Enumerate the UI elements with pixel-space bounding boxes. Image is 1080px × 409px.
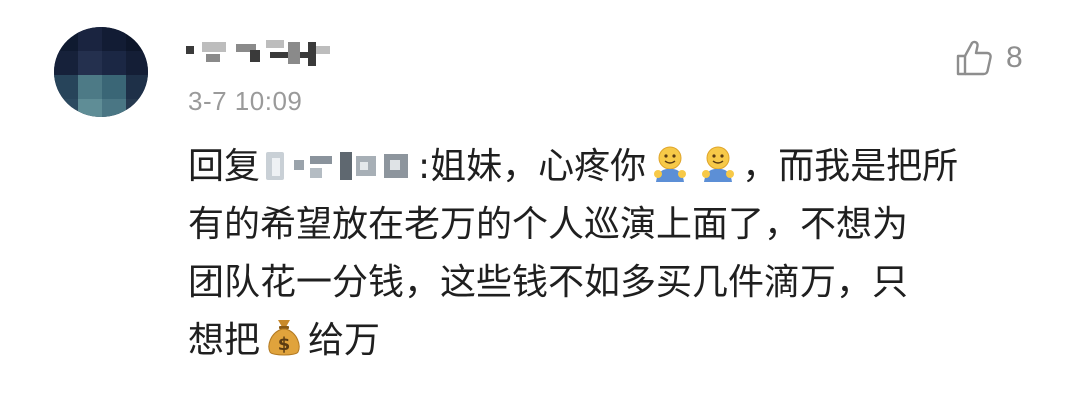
money-bag-emoji-icon: $	[264, 316, 304, 376]
like-count: 8	[1006, 41, 1023, 74]
comment-line-4-text-b: 给万	[308, 320, 381, 361]
comment-item: 3-7 10:09 8 回复 :姐妹，心疼你 ，而我是把所 有的希望放在老万的个…	[0, 0, 1080, 409]
avatar[interactable]	[54, 27, 148, 117]
hugging-face-emoji-icon	[650, 144, 690, 202]
comment-line-2: 有的希望放在老万的个人巡演上面了，不想为	[188, 204, 909, 245]
reply-prefix: 回复	[188, 146, 261, 187]
comment-line-4: 想把 $ 给万	[188, 312, 1048, 370]
comment-timestamp: 3-7 10:09	[188, 86, 303, 116]
comment-body: 回复 :姐妹，心疼你 ，而我是把所 有的希望放在老万的个人巡演上面了，不想为 团…	[188, 138, 1048, 370]
mention-obscured[interactable]	[260, 148, 416, 184]
svg-text:$: $	[278, 334, 291, 355]
thumbs-up-icon	[954, 38, 994, 78]
comment-line-1-text-b: ，而我是把所	[742, 146, 959, 187]
hugging-face-emoji-icon	[698, 144, 738, 202]
comment-line-1-text-a: 姐妹，心疼你	[430, 146, 647, 187]
like-button[interactable]: 8	[954, 38, 1023, 78]
comment-line-1: 回复 :姐妹，心疼你 ，而我是把所	[188, 138, 1048, 196]
comment-line-4-text-a: 想把	[188, 320, 261, 361]
comment-line-3: 团队花一分钱，这些钱不如多买几件滴万，只	[188, 262, 909, 303]
reply-separator: :	[418, 146, 431, 187]
username-obscured[interactable]	[180, 36, 340, 76]
